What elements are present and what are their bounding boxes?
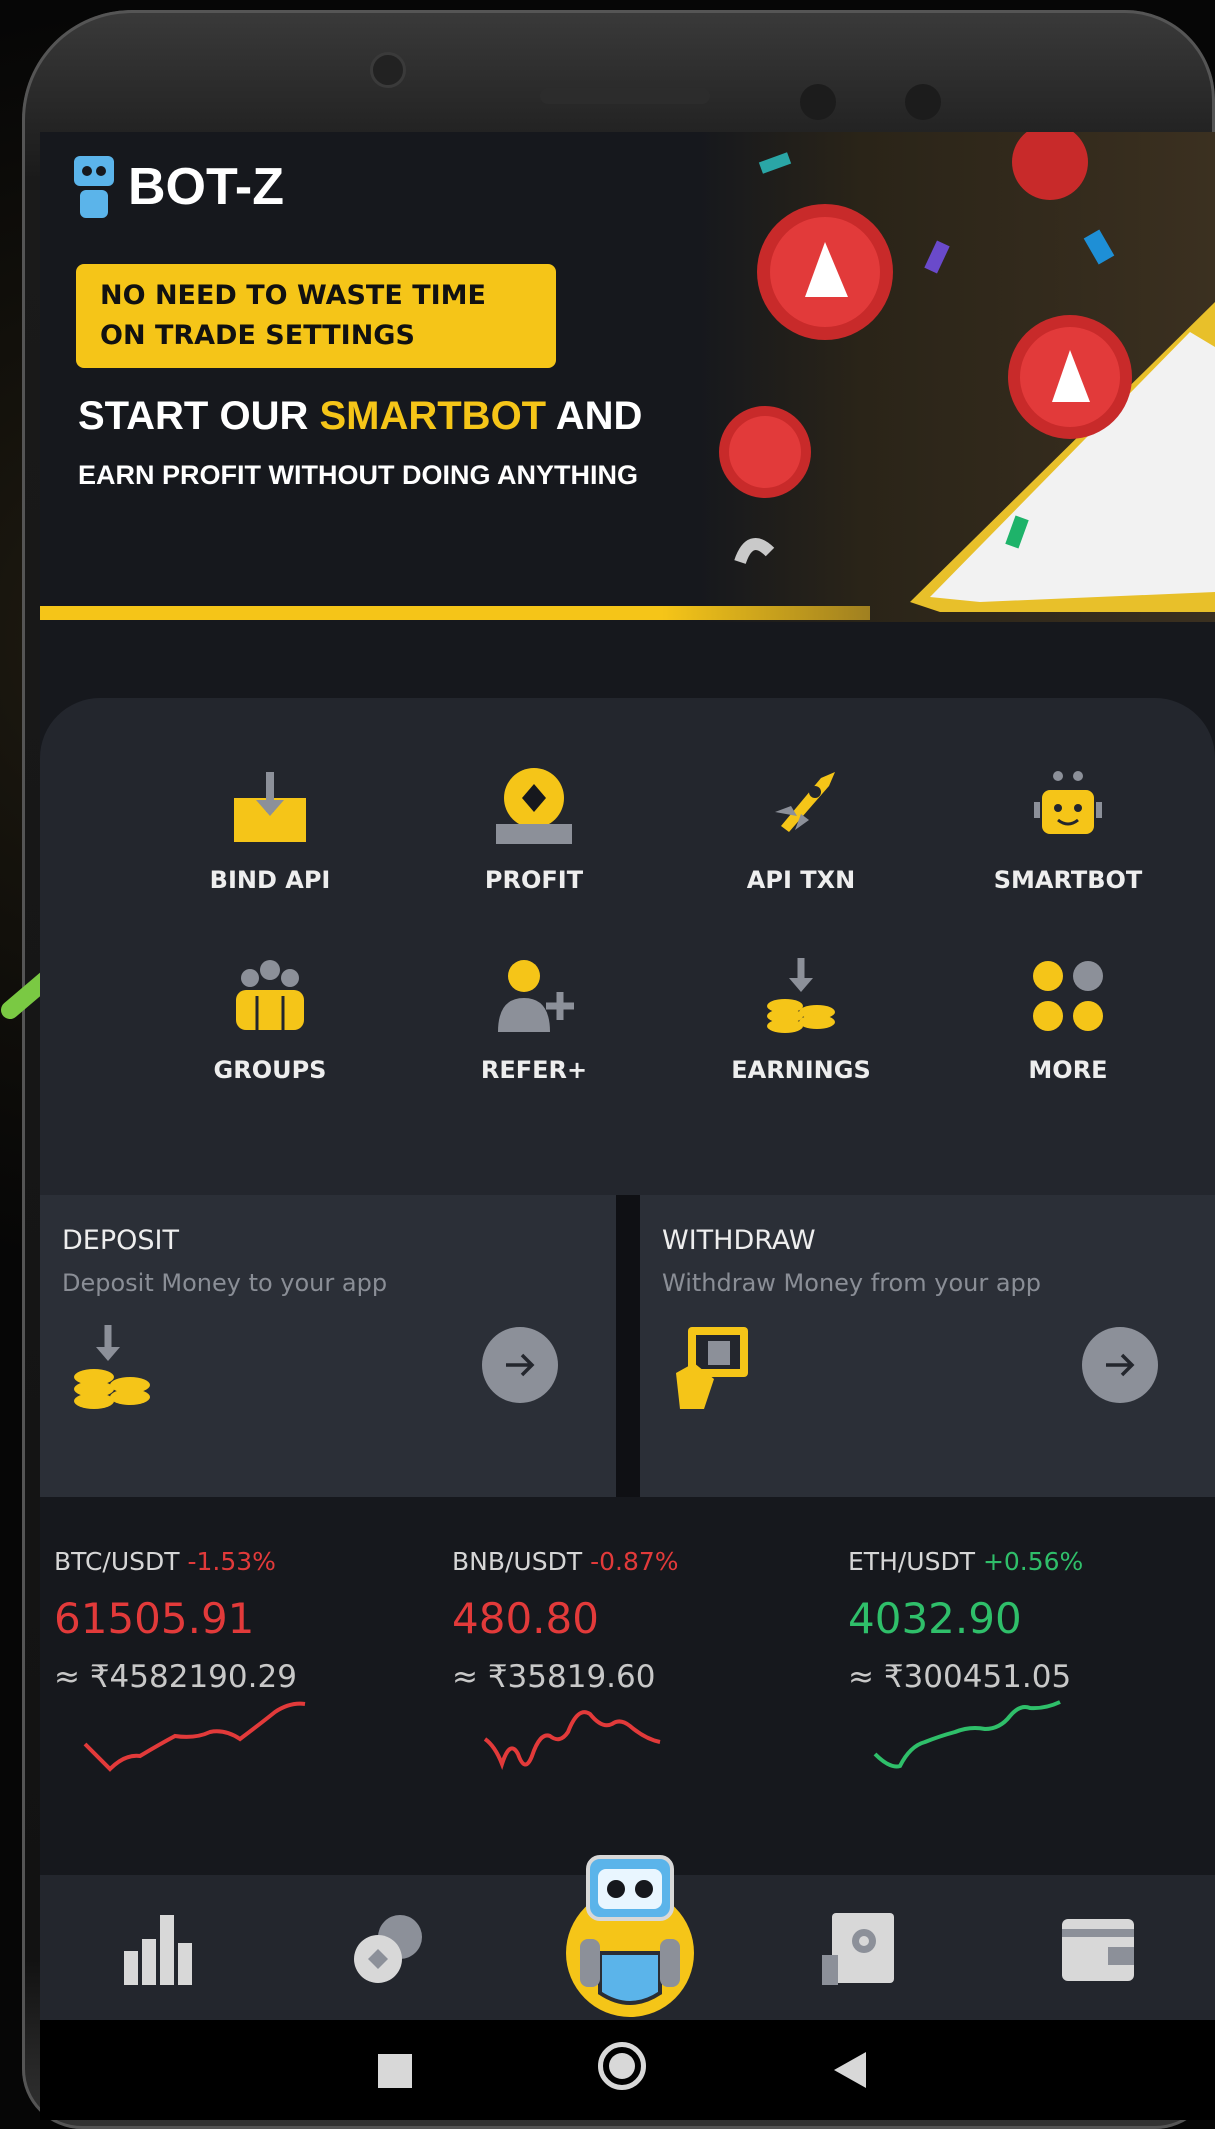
banner-underline (40, 606, 870, 620)
withdraw-subtitle: Withdraw Money from your app (662, 1269, 1042, 1297)
ticker-bnb[interactable]: BNB/USDT -0.87% 480.80 ≈ ₹35819.60 (452, 1547, 812, 1695)
ticker-eth[interactable]: ETH/USDT +0.56% 4032.90 ≈ ₹300451.05 (848, 1547, 1208, 1695)
menu-label: PROFIT (484, 866, 584, 894)
headline-highlight: SMARTBOT (319, 394, 547, 438)
ticker-pair-line: ETH/USDT +0.56% (848, 1547, 1208, 1576)
bot-home-icon[interactable] (550, 1853, 710, 2020)
sensor-icon (800, 84, 836, 120)
ticker-pair: BTC/USDT (54, 1547, 180, 1576)
menu-label: API TXN (746, 866, 856, 894)
menu-groups[interactable]: GROUPS (150, 956, 390, 1084)
sensor-icon (905, 84, 941, 120)
logo-text: BOT-Z (128, 158, 284, 216)
bind-api-icon (230, 766, 310, 846)
robot-logo-icon (74, 156, 114, 218)
eth-sparkline (873, 1700, 1061, 1769)
ticker-price: 4032.90 (848, 1594, 1022, 1643)
camera-icon (370, 52, 406, 88)
tagline-line-2: ON TRADE SETTINGS (100, 320, 415, 351)
groups-icon (230, 956, 310, 1036)
card-divider (616, 1195, 640, 1497)
menu-label: GROUPS (213, 1056, 327, 1084)
menu-refer[interactable]: REFER+ (414, 956, 654, 1084)
menu-label: SMARTBOT (993, 866, 1143, 894)
menu-bind-api[interactable]: BIND API (150, 766, 390, 894)
ticker-change: -0.87% (590, 1547, 679, 1576)
promo-banner[interactable]: BOT-Z NO NEED TO WASTE TIME ON TRADE SET… (40, 132, 1215, 622)
menu-more[interactable]: MORE (948, 956, 1188, 1084)
menu-label: BIND API (209, 866, 331, 894)
ticker-btc[interactable]: BTC/USDT -1.53% 61505.91 ≈ ₹4582190.29 (54, 1547, 414, 1695)
menu-label: REFER+ (480, 1056, 588, 1084)
headline-post: AND (546, 394, 643, 438)
chart-icon[interactable] (120, 1911, 200, 1987)
recents-square-icon[interactable] (378, 2054, 412, 2088)
app-screen: BOT-Z NO NEED TO WASTE TIME ON TRADE SET… (40, 132, 1215, 2020)
btc-sparkline (83, 1701, 306, 1772)
home-circle-icon[interactable] (598, 2042, 646, 2090)
deposit-subtitle: Deposit Money to your app (62, 1269, 388, 1297)
ticker-change: +0.56% (982, 1547, 1084, 1576)
tagline-box: NO NEED TO WASTE TIME ON TRADE SETTINGS (76, 264, 556, 368)
ticker-pair: ETH/USDT (848, 1547, 975, 1576)
tagline-line-1: NO NEED TO WASTE TIME (100, 280, 486, 311)
menu-label: MORE (1028, 1056, 1108, 1084)
menu-smartbot[interactable]: SMARTBOT (948, 766, 1188, 894)
withdraw-title: WITHDRAW (662, 1225, 816, 1256)
ticker-pair-line: BTC/USDT -1.53% (54, 1547, 414, 1576)
ticker-price: 480.80 (452, 1594, 599, 1643)
withdraw-card[interactable]: WITHDRAW Withdraw Money from your app (640, 1195, 1215, 1497)
speaker-grille (540, 88, 710, 104)
brand-logo: BOT-Z (70, 152, 284, 222)
menu-panel: BIND API PROFIT API TXN SMARTBOT GROUPS (40, 698, 1215, 1198)
wallet-icon[interactable] (1060, 1915, 1140, 1985)
menu-profit[interactable]: PROFIT (414, 766, 654, 894)
coins-tab-icon[interactable] (350, 1911, 430, 1991)
menu-api-txn[interactable]: API TXN (681, 766, 921, 894)
deposit-card[interactable]: DEPOSIT Deposit Money to your app (40, 1195, 616, 1497)
bottom-nav (40, 1855, 1215, 2020)
deposit-coins-icon (74, 1325, 150, 1409)
deposit-title: DEPOSIT (62, 1225, 179, 1256)
ticker-change: -1.53% (187, 1547, 276, 1576)
coins-illustration (719, 132, 1215, 612)
system-nav-bar (40, 2020, 1215, 2120)
profit-icon (494, 766, 574, 846)
bnb-sparkline (483, 1710, 661, 1770)
ticker-pair-line: BNB/USDT -0.87% (452, 1547, 812, 1576)
robot-icon (1028, 766, 1108, 846)
headline-pre: START OUR (78, 394, 320, 438)
ticker-price: 61505.91 (54, 1594, 255, 1643)
banner-subline: EARN PROFIT WITHOUT DOING ANYTHING (78, 460, 638, 490)
banner-headline: START OUR SMARTBOT AND (78, 394, 642, 439)
rocket-icon (761, 766, 841, 846)
deposit-arrow-button[interactable] (482, 1327, 558, 1403)
withdraw-arrow-button[interactable] (1082, 1327, 1158, 1403)
back-triangle-icon[interactable] (832, 2050, 872, 2090)
menu-earnings[interactable]: EARNINGS (681, 956, 921, 1084)
arrow-right-icon (506, 1353, 535, 1377)
withdraw-atm-icon (676, 1327, 748, 1409)
menu-label: EARNINGS (731, 1056, 871, 1084)
ticker-pair: BNB/USDT (452, 1547, 583, 1576)
safe-icon[interactable] (820, 1911, 900, 1991)
more-grid-icon (1028, 956, 1108, 1036)
arrow-right-icon (1106, 1353, 1135, 1377)
coins-icon (761, 956, 841, 1036)
add-user-icon (494, 956, 574, 1036)
